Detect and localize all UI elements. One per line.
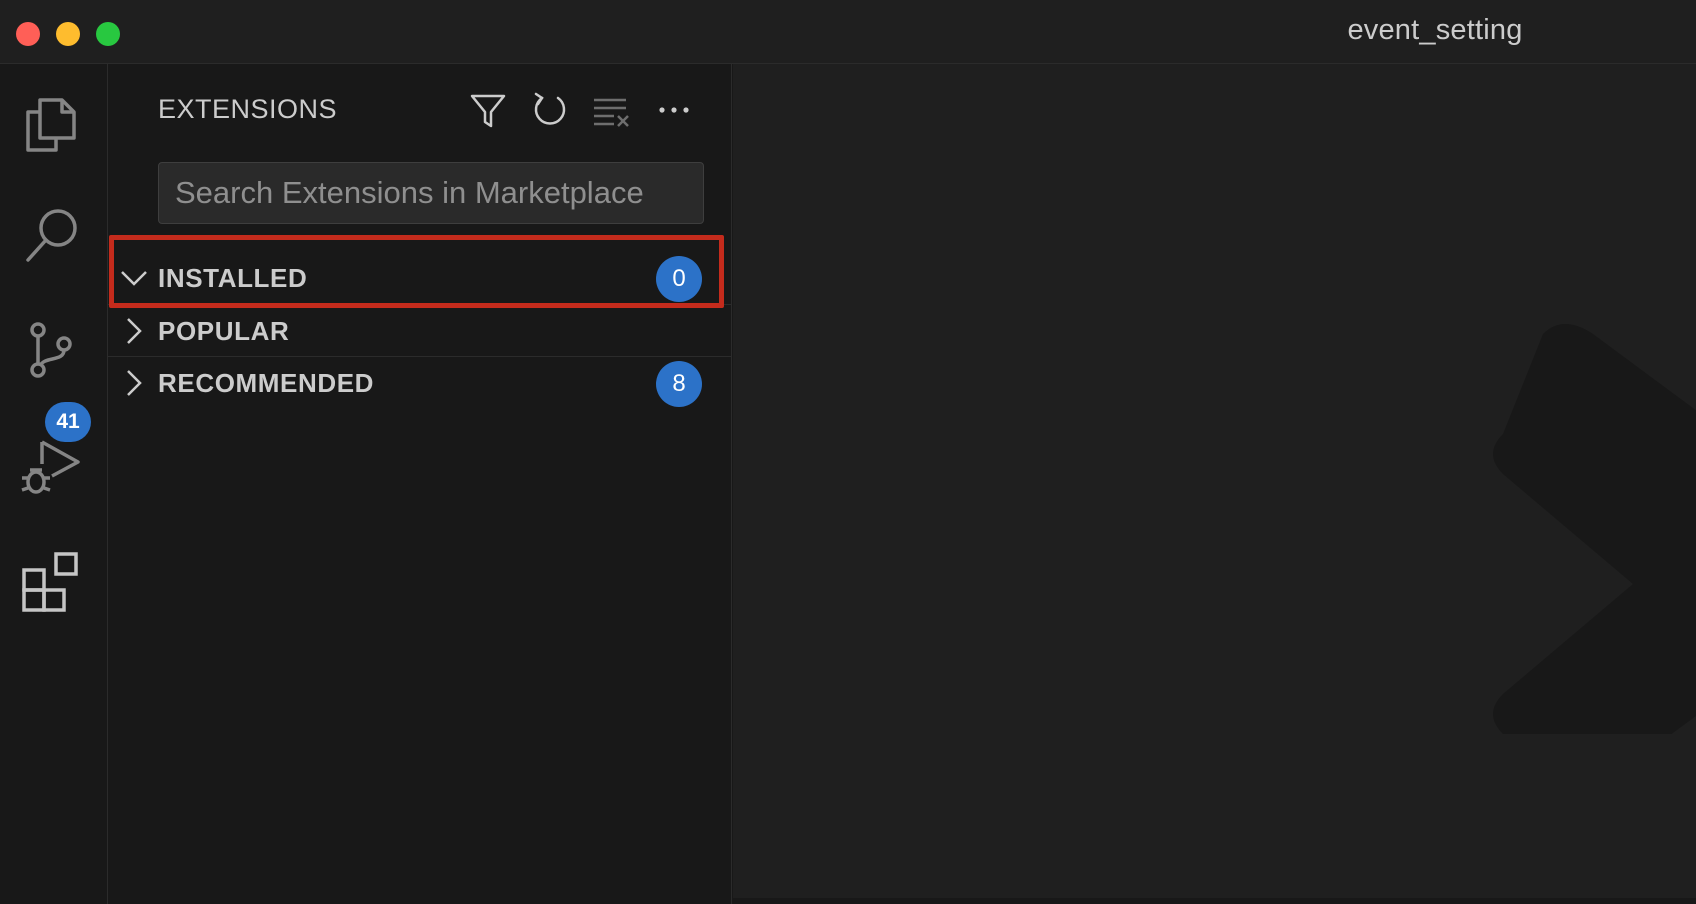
section-popular-label: POPULAR bbox=[158, 316, 290, 346]
installed-count-badge: 0 bbox=[656, 256, 702, 302]
source-control-icon bbox=[30, 322, 72, 378]
files-icon bbox=[26, 98, 76, 152]
editor-bottom-edge bbox=[733, 898, 1696, 904]
more-actions-icon bbox=[659, 107, 689, 113]
title-bar: event_setting bbox=[0, 0, 1696, 64]
vscode-window: event_setting 41 EXTENSIONS Search Exten… bbox=[0, 0, 1696, 904]
clear-extensions-button[interactable] bbox=[590, 88, 634, 132]
activity-search[interactable] bbox=[18, 204, 84, 270]
section-recommended[interactable]: RECOMMENDED 8 bbox=[108, 356, 731, 408]
filter-button[interactable] bbox=[466, 88, 510, 132]
activity-bar: 41 bbox=[0, 64, 108, 904]
section-installed[interactable]: INSTALLED 0 bbox=[108, 252, 731, 304]
activity-extensions[interactable] bbox=[18, 550, 84, 616]
vscode-logo-watermark-icon bbox=[1493, 324, 1696, 734]
search-icon bbox=[26, 209, 77, 262]
section-recommended-label: RECOMMENDED bbox=[158, 368, 375, 398]
section-popular[interactable]: POPULAR bbox=[108, 304, 731, 356]
activity-explorer[interactable] bbox=[18, 90, 84, 156]
minimize-window-button[interactable] bbox=[56, 22, 80, 46]
window-title: event_setting bbox=[1347, 14, 1523, 46]
editor-area bbox=[733, 64, 1696, 904]
chevron-down-icon bbox=[121, 271, 147, 286]
chevron-right-icon bbox=[127, 318, 142, 344]
extensions-search-input[interactable] bbox=[158, 162, 704, 224]
refresh-icon bbox=[534, 92, 566, 125]
filter-icon bbox=[470, 94, 506, 128]
close-window-button[interactable] bbox=[16, 22, 40, 46]
chevron-right-icon bbox=[127, 370, 142, 396]
more-actions-button[interactable] bbox=[652, 88, 696, 132]
recommended-count-badge: 8 bbox=[656, 361, 702, 407]
extensions-icon bbox=[22, 552, 78, 612]
activity-run-debug[interactable] bbox=[18, 434, 84, 500]
refresh-button[interactable] bbox=[528, 88, 572, 132]
sidebar-title: EXTENSIONS bbox=[158, 94, 338, 124]
activity-source-control[interactable] bbox=[18, 320, 84, 386]
clear-extensions-icon bbox=[594, 98, 629, 127]
run-debug-icon bbox=[21, 440, 80, 494]
section-installed-label: INSTALLED bbox=[158, 263, 308, 293]
extensions-sidebar: EXTENSIONS Search Extensions in Marketpl… bbox=[108, 64, 732, 904]
maximize-window-button[interactable] bbox=[96, 22, 120, 46]
